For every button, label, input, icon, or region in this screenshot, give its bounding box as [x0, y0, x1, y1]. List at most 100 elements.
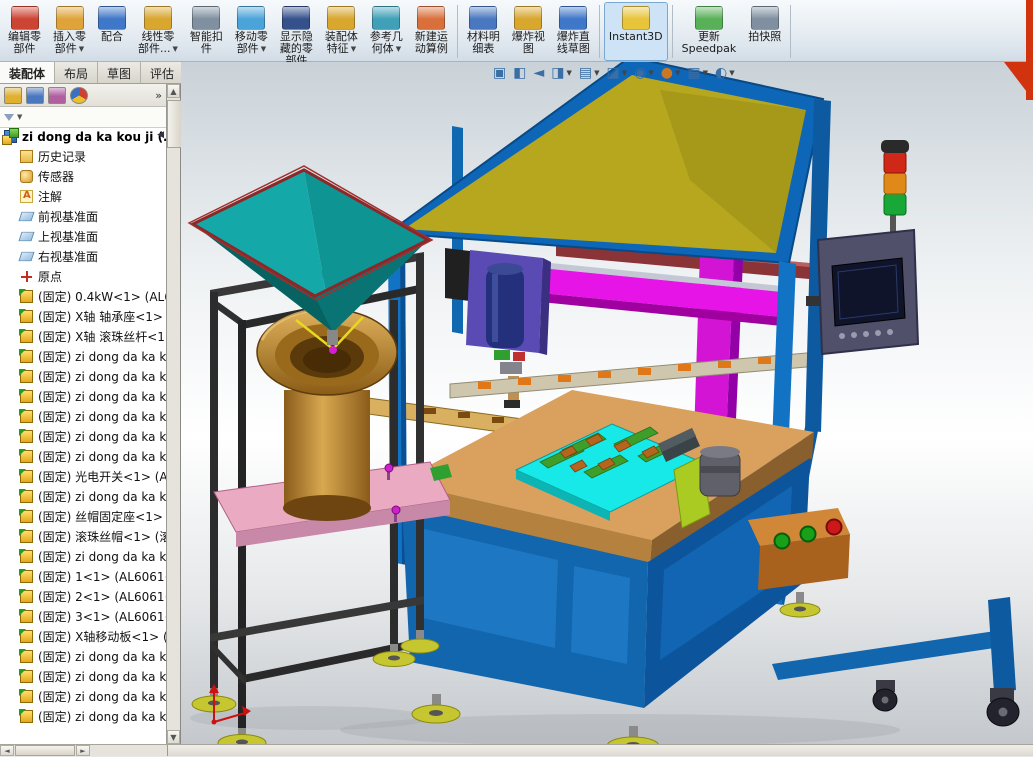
tab-sketch[interactable]: 草图	[98, 62, 141, 83]
tree-item[interactable]: 原点	[0, 266, 166, 286]
vertical-scrollbar[interactable]: ▲ ▼	[167, 84, 181, 744]
bom-icon	[469, 6, 497, 30]
control-button-box[interactable]	[748, 508, 850, 590]
tree-item[interactable]: (固定) zi dong da ka kc	[0, 426, 166, 446]
dropdown-arrow-icon: ▼	[351, 45, 356, 53]
tree-item[interactable]: (固定) 光电开关<1> (AL6	[0, 466, 166, 486]
tab-assembly[interactable]: 装配体	[0, 62, 55, 83]
insert-component-icon	[56, 6, 84, 30]
machine-assembly[interactable]	[368, 62, 1019, 744]
tree-item[interactable]: (固定) zi dong da ka kc	[0, 446, 166, 466]
tree-item[interactable]: (固定) zi dong da ka kc	[0, 406, 166, 426]
instant3d-button[interactable]: Instant3D	[604, 2, 668, 61]
scroll-left-icon[interactable]: ◄	[0, 745, 14, 756]
tree-item[interactable]: (固定) 1<1> (AL6061+无	[0, 566, 166, 586]
filter-dropdown-icon[interactable]: ▼	[17, 113, 22, 121]
tree-item[interactable]: 前视基准面	[0, 206, 166, 226]
ribbon-button-label: 智能扣件	[190, 31, 223, 55]
part-icon	[20, 710, 33, 723]
tree-item[interactable]: (固定) zi dong da ka kc	[0, 386, 166, 406]
tab-evaluate[interactable]: 评估	[141, 62, 184, 83]
assembly-features-button[interactable]: 装配体特征▼	[320, 2, 363, 61]
insert-component-button[interactable]: 插入零部件▼	[48, 2, 91, 61]
assembly-features-icon	[327, 6, 355, 30]
propertymanager-tab[interactable]	[26, 87, 44, 104]
new-motion-study-button[interactable]: 新建运动算例	[410, 2, 453, 61]
take-snapshot-button[interactable]: 拍快照	[743, 2, 786, 61]
tree-item[interactable]: (固定) zi dong da ka kc	[0, 546, 166, 566]
configurationmanager-tab[interactable]	[48, 87, 66, 104]
ribbon-button-label: 移动零部件▼	[235, 31, 268, 55]
smart-fasteners-button[interactable]: 智能扣件	[185, 2, 228, 61]
speedpak-icon	[695, 6, 723, 30]
reference-geometry-button[interactable]: 参考几何体▼	[365, 2, 408, 61]
ribbon-button-label: 插入零部件▼	[53, 31, 86, 55]
pane-tabs-overflow-icon[interactable]: »	[155, 89, 162, 102]
view-settings-icon[interactable]: ◐▼	[715, 63, 735, 83]
sensor-dot	[329, 346, 337, 354]
part-icon	[20, 350, 33, 363]
tree-item[interactable]: (固定) X轴 滚珠丝杆<1>	[0, 326, 166, 346]
explode-line-sketch-button[interactable]: 爆炸直线草图	[552, 2, 595, 61]
tree-item[interactable]: (固定) 2<1> (AL6061+无	[0, 586, 166, 606]
tower-light-orange	[884, 173, 906, 194]
hmi-panel[interactable]	[806, 230, 918, 354]
display-style-icon[interactable]: ◪▼	[607, 63, 628, 83]
tree-item[interactable]: 历史记录	[0, 146, 166, 166]
tree-item[interactable]: 传感器	[0, 166, 166, 186]
tree-filter-row[interactable]: ▼	[0, 107, 166, 128]
ribbon-button-label: 爆炸视图	[512, 31, 545, 55]
plane-icon	[18, 231, 34, 240]
dropdown-arrow-icon: ▼	[261, 45, 266, 53]
tree-item[interactable]: 右视基准面	[0, 246, 166, 266]
tree-item[interactable]: (固定) zi dong da ka kc	[0, 366, 166, 386]
show-hidden-components-button[interactable]: 显示隐藏的零部件	[275, 2, 318, 61]
linear-component-pattern-button[interactable]: 线性零部件...▼	[133, 2, 183, 61]
exploded-view-button[interactable]: 爆炸视图	[507, 2, 550, 61]
tree-item[interactable]: 注解	[0, 186, 166, 206]
scrollbar-thumb[interactable]	[167, 100, 182, 148]
previous-view-icon[interactable]: ◄	[533, 63, 544, 83]
ribbon-separator	[672, 5, 673, 58]
featuremanager-tab[interactable]	[4, 87, 22, 104]
move-component-button[interactable]: 移动零部件▼	[230, 2, 273, 61]
tree-item[interactable]: (固定) 0.4kW<1> (AL60	[0, 286, 166, 306]
hide-show-items-icon[interactable]: ◉▼	[634, 63, 654, 83]
edit-component-button[interactable]: 编辑零部件	[3, 2, 46, 61]
graphics-area[interactable]: ▣ ◧ ◄ ◨▼ ▤▼ ◪▼ ◉▼ ●▼ ▦▼ ◐▼	[181, 62, 1033, 744]
move-component-icon	[237, 6, 265, 30]
section-view-icon[interactable]: ◨▼	[551, 63, 572, 83]
view-orientation-icon[interactable]: ▤▼	[579, 63, 600, 83]
task-pane-edge[interactable]	[1026, 0, 1033, 100]
scroll-right-icon[interactable]: ►	[76, 745, 90, 756]
tree-root-item[interactable]: zi dong da ka kou ji (.<默	[0, 126, 166, 146]
tree-item[interactable]: (固定) X轴移动板<1> (A	[0, 626, 166, 646]
horizontal-scrollbar[interactable]: ◄ ►	[0, 745, 168, 756]
tree-item[interactable]: (固定) 丝帽固定座<1> (A	[0, 506, 166, 526]
tree-item[interactable]: 上视基准面	[0, 226, 166, 246]
tree-item[interactable]: (固定) zi dong da ka kc	[0, 686, 166, 706]
tree-item[interactable]: (固定) 3<1> (AL6061+无	[0, 606, 166, 626]
tree-item[interactable]: (固定) zi dong da ka kc	[0, 486, 166, 506]
update-speedpak-button[interactable]: 更新Speedpak	[677, 2, 742, 61]
apply-scene-icon[interactable]: ▦▼	[687, 63, 708, 83]
tree-item[interactable]: (固定) zi dong da ka kc	[0, 706, 166, 726]
displaymanager-tab[interactable]	[70, 87, 88, 104]
scroll-up-icon[interactable]: ▲	[167, 84, 180, 98]
tree-item[interactable]: (固定) zi dong da ka kc	[0, 346, 166, 366]
bom-button[interactable]: 材料明细表	[462, 2, 505, 61]
tree-item[interactable]: (固定) zi dong da ka kc	[0, 646, 166, 666]
scrollbar-thumb[interactable]	[15, 745, 75, 756]
zoom-area-icon[interactable]: ◧	[513, 63, 526, 83]
mate-button[interactable]: 配合	[93, 2, 131, 61]
panel-collapse-icon[interactable]: ◀	[157, 130, 164, 140]
tree-item[interactable]: (固定) zi dong da ka kc	[0, 666, 166, 686]
tree-item[interactable]: (固定) X轴 轴承座<1> (A	[0, 306, 166, 326]
tab-layout[interactable]: 布局	[55, 62, 98, 83]
tree-item[interactable]: (固定) 滚珠丝帽<1> (滚珠	[0, 526, 166, 546]
edit-appearance-icon[interactable]: ●▼	[661, 63, 681, 83]
pane-tabs: »	[0, 84, 166, 107]
zoom-fit-icon[interactable]: ▣	[493, 63, 506, 83]
scroll-down-icon[interactable]: ▼	[167, 730, 180, 744]
part-icon	[20, 430, 33, 443]
